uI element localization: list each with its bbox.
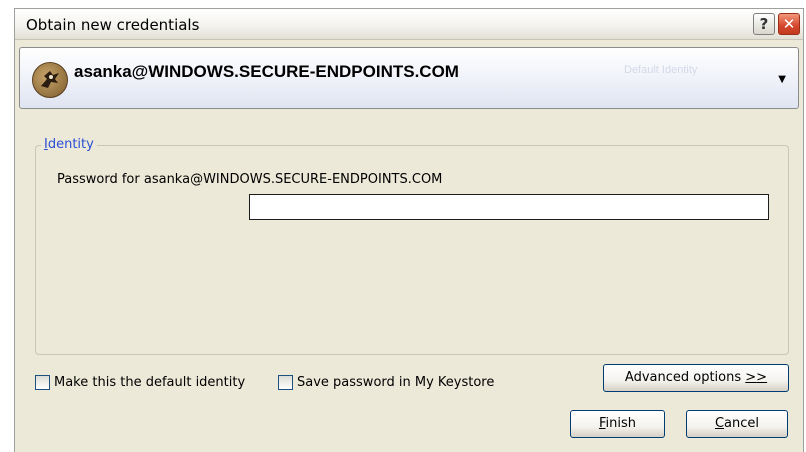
credentials-dialog: Obtain new credentials ? ✕ Default Ident… xyxy=(14,8,804,452)
cancel-button[interactable]: Cancel xyxy=(686,410,788,438)
identity-selector[interactable]: Default Identity asanka@WINDOWS.SECURE-E… xyxy=(19,47,799,109)
default-identity-option[interactable]: Make this the default identity xyxy=(35,375,245,390)
save-password-checkbox[interactable] xyxy=(278,375,293,390)
password-input[interactable] xyxy=(249,194,769,220)
close-icon: ✕ xyxy=(782,15,796,33)
save-password-option[interactable]: Save password in My Keystore xyxy=(278,375,494,390)
help-button[interactable]: ? xyxy=(753,13,775,35)
save-password-label: Save password in My Keystore xyxy=(297,375,495,390)
default-identity-checkbox[interactable] xyxy=(35,375,50,390)
title-bar: Obtain new credentials ? ✕ xyxy=(15,9,803,40)
identity-faint-label: Default Identity xyxy=(624,64,698,76)
finish-button[interactable]: Finish xyxy=(570,410,665,438)
chevron-down-icon[interactable]: ▼ xyxy=(778,74,786,85)
help-icon: ? xyxy=(759,15,769,33)
window-title: Obtain new credentials xyxy=(26,16,200,34)
identity-name: asanka@WINDOWS.SECURE-ENDPOINTS.COM xyxy=(74,62,459,81)
advanced-options-button[interactable]: Advanced options >> xyxy=(603,364,789,392)
identity-group-legend: Identity xyxy=(41,137,97,152)
default-identity-label: Make this the default identity xyxy=(54,375,246,390)
identity-icon xyxy=(32,62,68,98)
password-label: Password for asanka@WINDOWS.SECURE-ENDPO… xyxy=(57,172,443,187)
close-button[interactable]: ✕ xyxy=(778,13,800,35)
